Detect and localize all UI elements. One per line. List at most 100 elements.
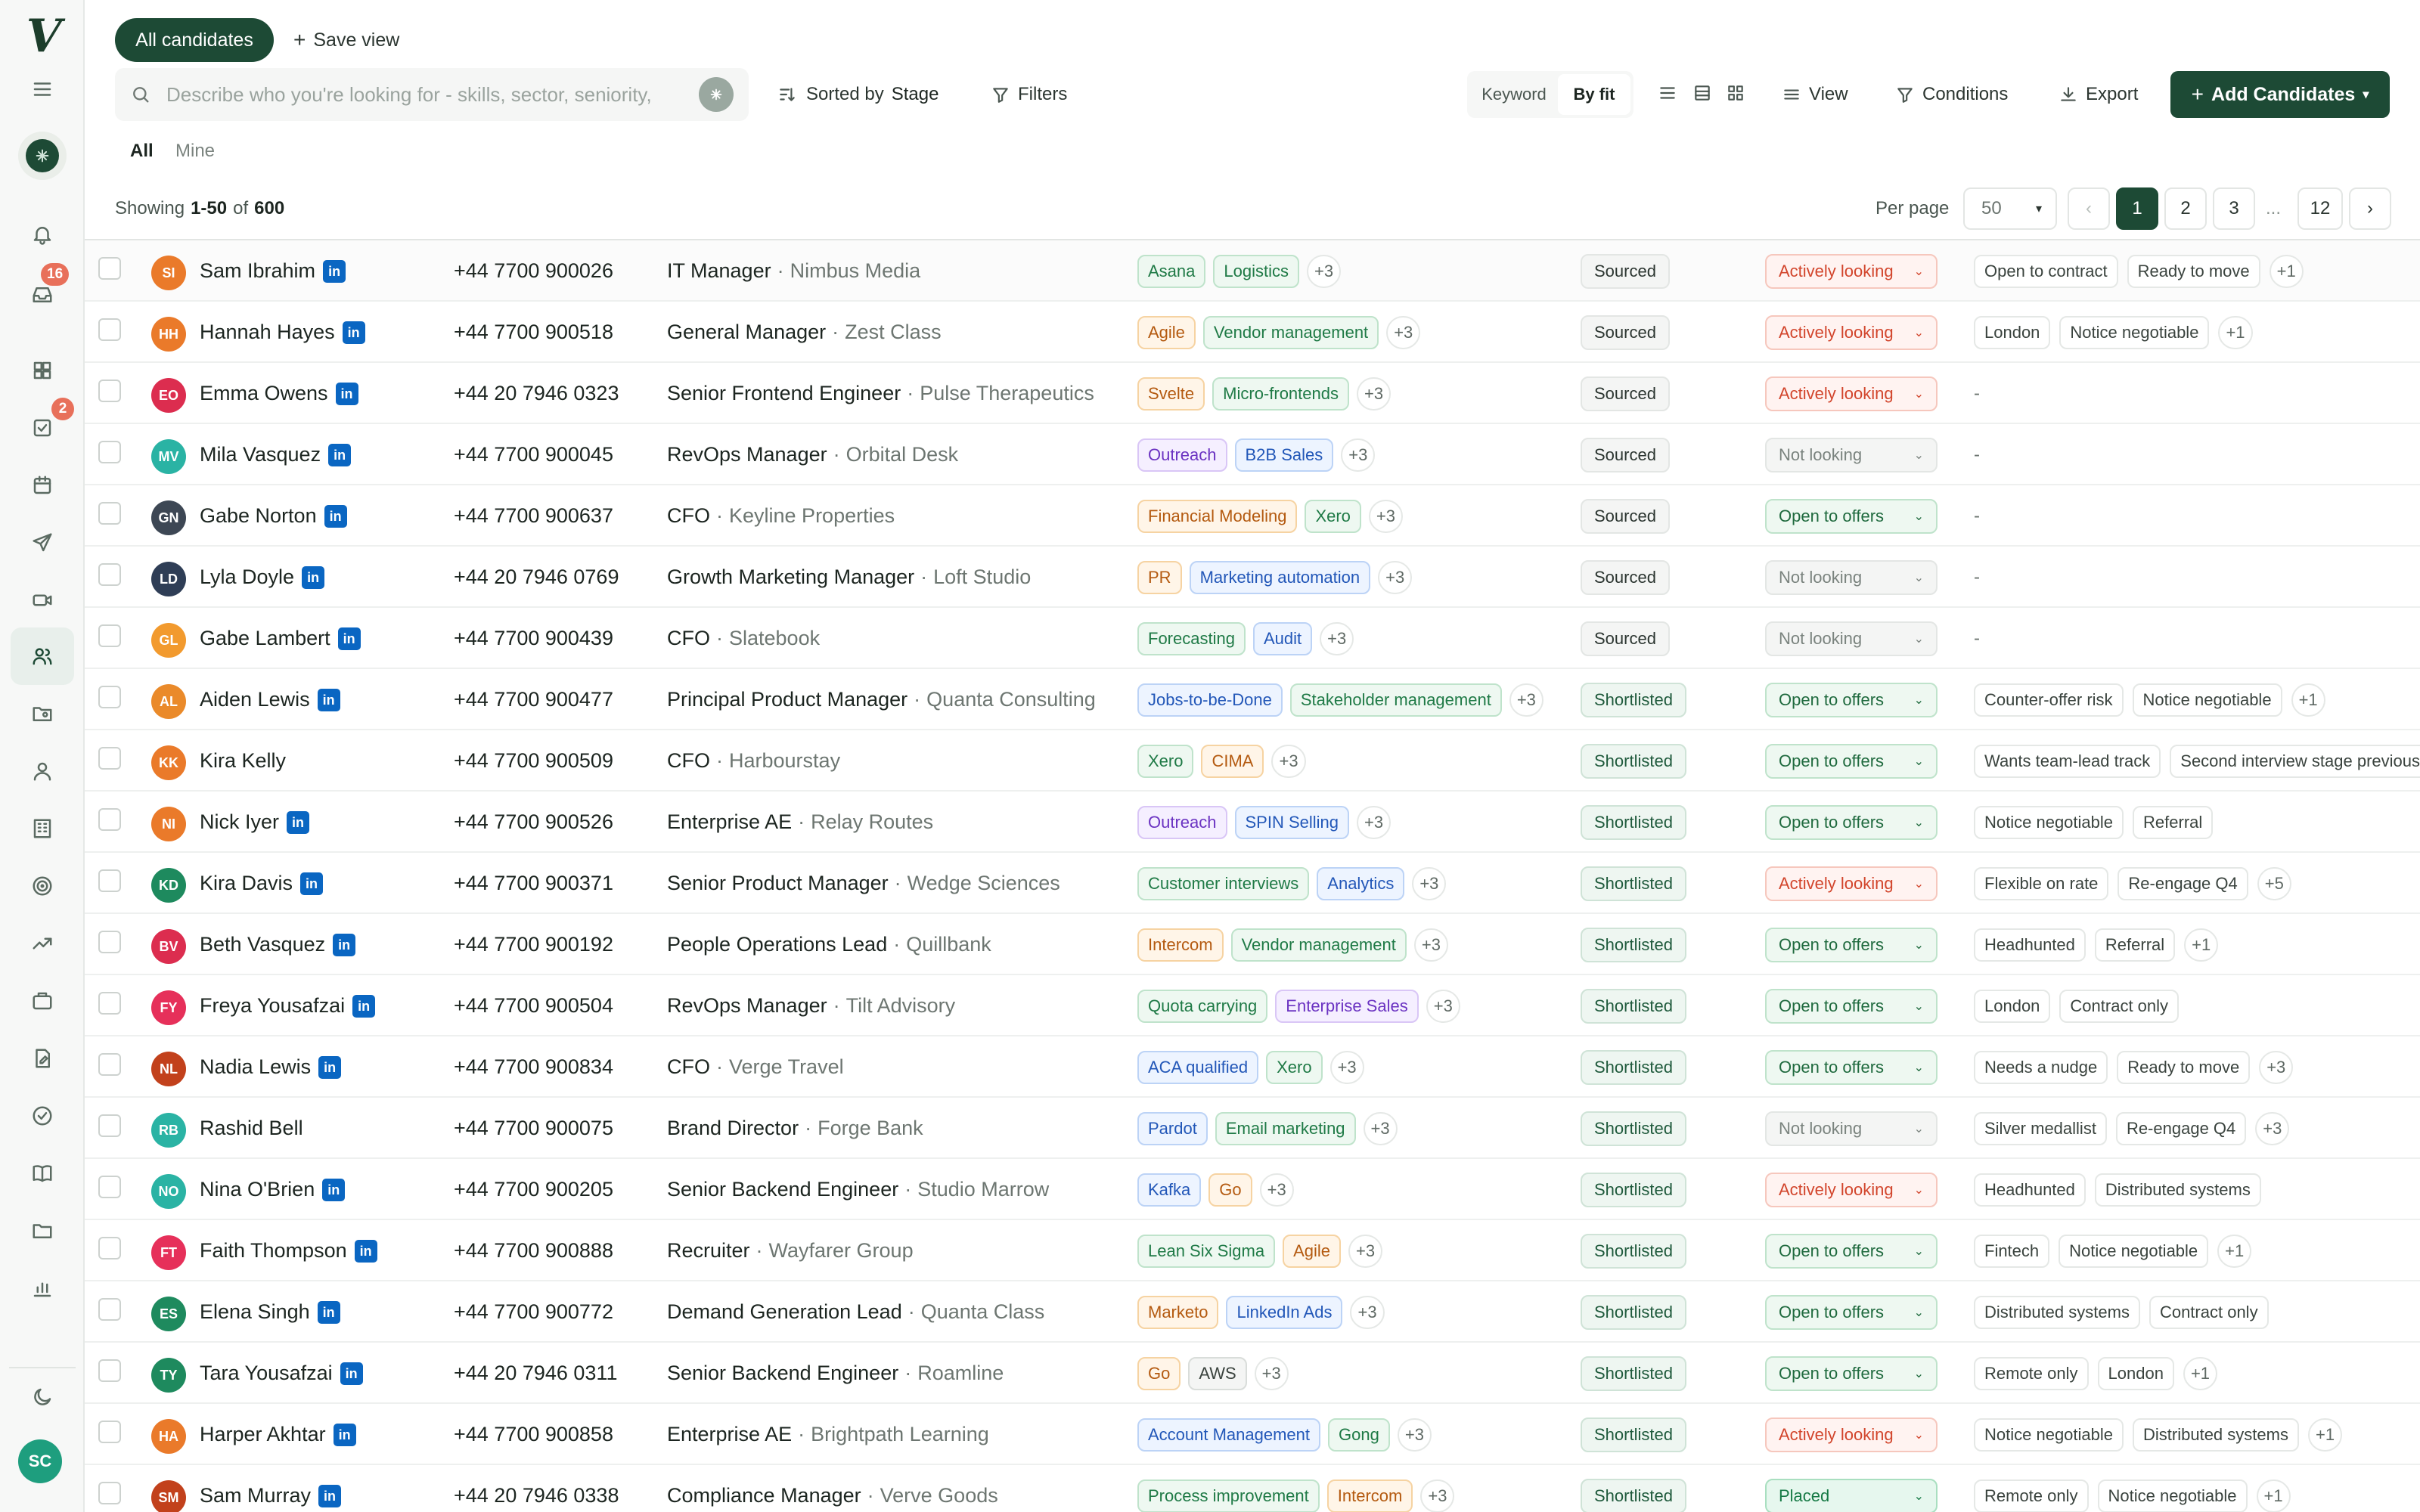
linkedin-icon[interactable]: in (340, 1362, 363, 1385)
row-checkbox[interactable] (98, 869, 121, 892)
folder-user-icon[interactable] (27, 699, 57, 729)
row-checkbox[interactable] (98, 1237, 121, 1259)
candidate-name[interactable]: Aiden Lewis (200, 688, 310, 711)
linkedin-icon[interactable]: in (333, 933, 356, 956)
candidate-name-cell[interactable]: Sam Ibrahim in (200, 240, 346, 302)
phone-number[interactable]: +44 7700 900858 (454, 1404, 613, 1465)
phone-number[interactable]: +44 7700 900205 (454, 1159, 613, 1220)
notes-more-badge[interactable]: +1 (2256, 1479, 2291, 1512)
linkedin-icon[interactable]: in (333, 1423, 356, 1446)
conditions-button[interactable]: Conditions (1895, 71, 2008, 118)
phone-number[interactable]: +44 7700 900371 (454, 853, 613, 914)
notes-more-badge[interactable]: +1 (2183, 1356, 2218, 1390)
linkedin-icon[interactable]: in (287, 810, 310, 834)
phone-number[interactable]: +44 7700 900045 (454, 424, 613, 485)
linkedin-icon[interactable]: in (318, 1484, 342, 1507)
check-circle-icon[interactable] (27, 1101, 57, 1131)
candidate-name[interactable]: Mila Vasquez (200, 443, 321, 466)
candidate-name[interactable]: Gabe Norton (200, 504, 317, 528)
page-12-button[interactable]: 12 (2297, 187, 2343, 230)
candidate-name[interactable]: Tara Yousafzai (200, 1362, 333, 1385)
skills-more-badge[interactable]: +3 (1357, 376, 1392, 411)
phone-number[interactable]: +44 7700 900439 (454, 608, 613, 669)
status-dropdown[interactable]: Open to offers ⌄ (1765, 1356, 1938, 1391)
document-edit-icon[interactable] (27, 1043, 57, 1074)
row-checkbox[interactable] (98, 563, 121, 586)
row-checkbox[interactable] (98, 1421, 121, 1443)
candidate-name-cell[interactable]: Elena Singh in (200, 1281, 340, 1343)
next-page-button[interactable]: › (2349, 187, 2391, 230)
status-dropdown[interactable]: Open to offers ⌄ (1765, 928, 1938, 962)
phone-number[interactable]: +44 20 7946 0311 (454, 1343, 617, 1404)
linkedin-icon[interactable]: in (342, 321, 365, 344)
phone-number[interactable]: +44 7700 900026 (454, 240, 613, 302)
status-dropdown[interactable]: Open to offers ⌄ (1765, 744, 1938, 779)
candidate-name[interactable]: Gabe Lambert (200, 627, 330, 650)
status-dropdown[interactable]: Actively looking ⌄ (1765, 866, 1938, 901)
row-checkbox[interactable] (98, 257, 121, 280)
table-row[interactable]: AL Aiden Lewis in +44 7700 900477 Principal … (85, 668, 2420, 729)
linkedin-icon[interactable]: in (302, 565, 325, 589)
skills-more-badge[interactable]: +3 (1420, 1479, 1455, 1512)
status-dropdown[interactable]: Actively looking ⌄ (1765, 1418, 1938, 1452)
tasks-icon[interactable] (27, 413, 57, 443)
table-row[interactable]: BV Beth Vasquez in +44 7700 900192 People Op… (85, 912, 2420, 974)
skills-more-badge[interactable]: +3 (1368, 499, 1404, 533)
phone-number[interactable]: +44 7700 900192 (454, 914, 613, 975)
table-row[interactable]: NI Nick Iyer in +44 7700 900526 Enterprise A… (85, 790, 2420, 851)
candidate-name[interactable]: Nadia Lewis (200, 1055, 311, 1079)
target-icon[interactable] (27, 871, 57, 901)
linkedin-icon[interactable]: in (318, 1055, 342, 1079)
search-input[interactable] (166, 82, 696, 107)
table-row[interactable]: SI Sam Ibrahim in +44 7700 900026 IT Manager… (85, 239, 2420, 300)
candidate-name-cell[interactable]: Faith Thompson in (200, 1220, 377, 1281)
candidate-name-cell[interactable]: Emma Owens in (200, 363, 358, 424)
candidate-name[interactable]: Freya Yousafzai (200, 994, 345, 1018)
status-dropdown[interactable]: Not looking ⌄ (1765, 560, 1938, 595)
candidate-name-cell[interactable]: Nina O'Brien in (200, 1159, 346, 1220)
notes-more-badge[interactable]: +1 (2218, 315, 2253, 349)
status-dropdown[interactable]: Actively looking ⌄ (1765, 315, 1938, 350)
candidate-name[interactable]: Emma Owens (200, 382, 328, 405)
row-checkbox[interactable] (98, 380, 121, 402)
row-checkbox[interactable] (98, 1482, 121, 1504)
table-view-icon[interactable] (1692, 83, 1712, 107)
candidate-name[interactable]: Kira Kelly (200, 749, 286, 773)
notes-more-badge[interactable]: +1 (2291, 683, 2325, 717)
row-checkbox[interactable] (98, 1114, 121, 1137)
bar-chart-icon[interactable] (27, 1273, 57, 1303)
candidate-name-cell[interactable]: Nadia Lewis in (200, 1036, 342, 1098)
linkedin-icon[interactable]: in (337, 627, 361, 650)
skills-more-badge[interactable]: +3 (1386, 315, 1421, 349)
table-row[interactable]: KK Kira Kelly +44 7700 900509 CFO · Harbourst… (85, 729, 2420, 790)
phone-number[interactable]: +44 20 7946 0323 (454, 363, 619, 424)
candidate-name-cell[interactable]: Lyla Doyle in (200, 547, 325, 608)
send-icon[interactable] (27, 528, 57, 558)
status-dropdown[interactable]: Open to offers ⌄ (1765, 1295, 1938, 1330)
notes-more-badge[interactable]: +1 (2307, 1418, 2343, 1452)
skills-more-badge[interactable]: +3 (1329, 1050, 1364, 1084)
table-row[interactable]: LD Lyla Doyle in +44 20 7946 0769 Growth Mar… (85, 545, 2420, 606)
linkedin-icon[interactable]: in (352, 994, 376, 1018)
row-checkbox[interactable] (98, 441, 121, 463)
dashboard-icon[interactable] (27, 355, 57, 386)
candidate-name[interactable]: Harper Akhtar (200, 1423, 326, 1446)
bell-icon[interactable] (27, 219, 57, 249)
candidate-name-cell[interactable]: Aiden Lewis in (200, 669, 340, 730)
status-dropdown[interactable]: Open to offers ⌄ (1765, 805, 1938, 840)
subtab-mine[interactable]: Mine (175, 135, 215, 168)
linkedin-icon[interactable]: in (317, 688, 340, 711)
phone-number[interactable]: +44 7700 900834 (454, 1036, 613, 1098)
candidate-name[interactable]: Faith Thompson (200, 1239, 347, 1263)
skills-more-badge[interactable]: +3 (1397, 1418, 1432, 1452)
tab-all-candidates[interactable]: All candidates (115, 18, 274, 62)
ai-assistant-button[interactable] (18, 132, 67, 180)
table-row[interactable]: GN Gabe Norton in +44 7700 900637 CFO · Keylin… (85, 484, 2420, 545)
skills-more-badge[interactable]: +3 (1271, 744, 1306, 778)
table-row[interactable]: SM Sam Murray in +44 20 7946 0338 Compliance… (85, 1464, 2420, 1512)
candidate-name-cell[interactable]: Kira Davis in (200, 853, 324, 914)
menu-icon[interactable] (27, 74, 57, 104)
save-view-button[interactable]: + Save view (293, 18, 399, 62)
user-avatar[interactable]: SC (18, 1439, 62, 1483)
row-checkbox[interactable] (98, 931, 121, 953)
